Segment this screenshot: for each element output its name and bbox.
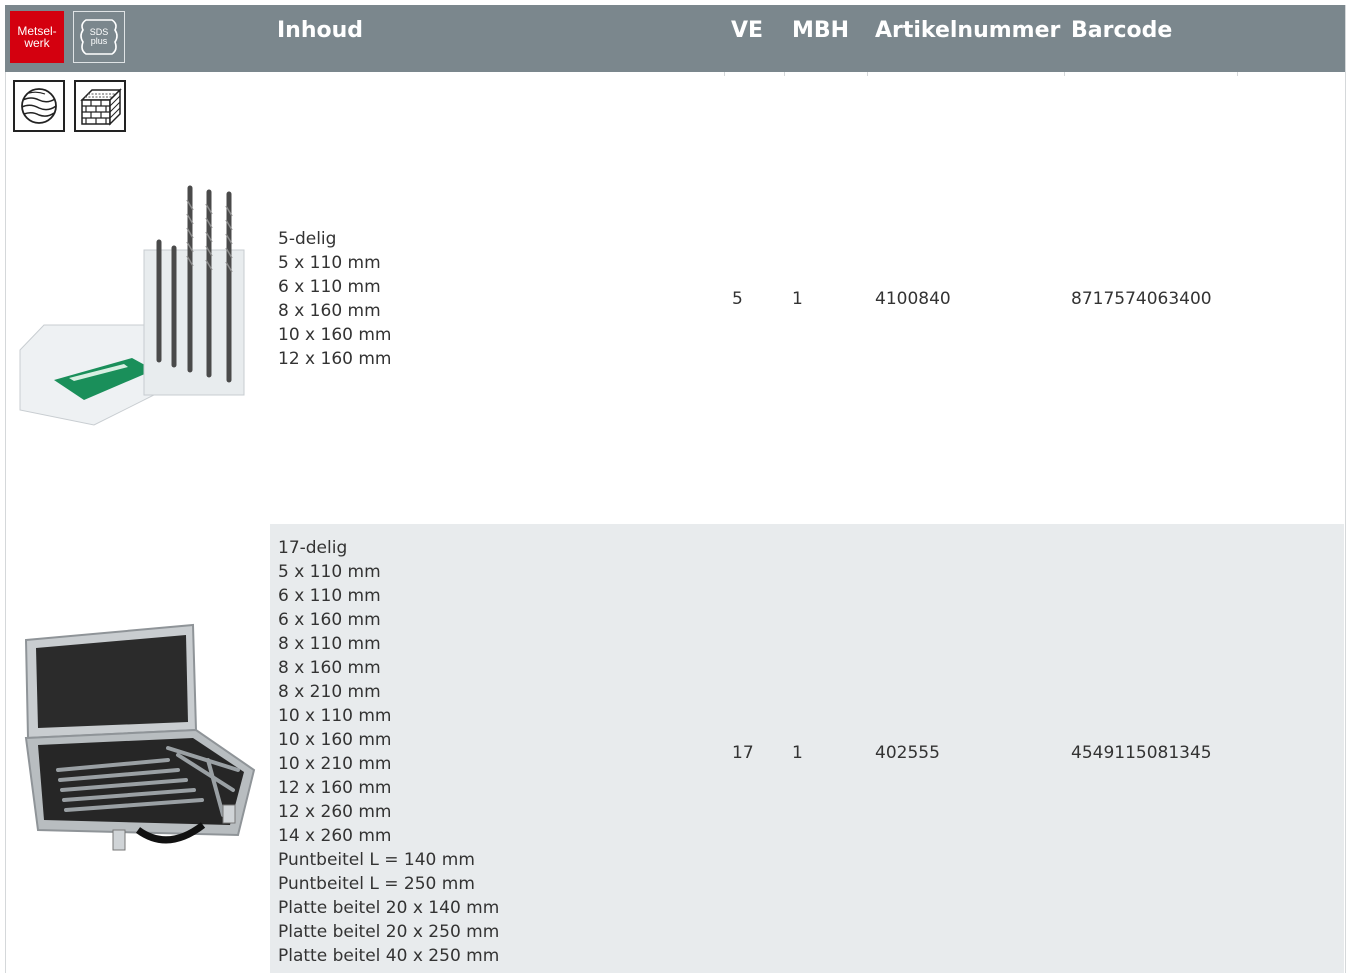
header-mbh: MBH xyxy=(792,18,850,43)
content-line: Platte beitel 20 x 250 mm xyxy=(278,922,500,942)
content-line: Puntbeitel L = 140 mm xyxy=(278,850,475,870)
content-line: Platte beitel 40 x 250 mm xyxy=(278,946,500,966)
stone-icon xyxy=(21,88,57,124)
row-2-ve: 17 xyxy=(732,743,754,763)
content-line: 12 x 260 mm xyxy=(278,802,392,822)
column-tick xyxy=(784,72,785,76)
content-line: 8 x 210 mm xyxy=(278,682,381,702)
drill-set-5pc-image xyxy=(19,185,245,426)
content-line: 8 x 160 mm xyxy=(278,301,381,321)
content-line: 8 x 110 mm xyxy=(278,634,381,654)
row-1-article-number: 4100840 xyxy=(875,289,951,309)
drill-set-17pc-case-image xyxy=(24,623,256,851)
content-line: 6 x 160 mm xyxy=(278,610,381,630)
header-article: Artikelnummer xyxy=(875,18,1061,43)
content-line: 6 x 110 mm xyxy=(278,586,381,606)
row-2-mbh: 1 xyxy=(792,743,803,763)
content-line: Platte beitel 20 x 140 mm xyxy=(278,898,500,918)
header-ve: VE xyxy=(731,18,764,43)
content-line: 5-delig xyxy=(278,229,337,249)
row-2-barcode: 4549115081345 xyxy=(1071,743,1212,763)
content-line: 12 x 160 mm xyxy=(278,349,392,369)
table-header: Inhoud VE MBH Artikelnummer Barcode xyxy=(5,5,1345,72)
row-1-ve: 5 xyxy=(732,289,743,309)
content-line: 5 x 110 mm xyxy=(278,562,381,582)
header-barcode: Barcode xyxy=(1071,18,1173,43)
content-line: 10 x 210 mm xyxy=(278,754,392,774)
content-line: 17-delig xyxy=(278,538,348,558)
sds-plus-badge: SDS plus xyxy=(73,11,125,63)
brick-material-icon xyxy=(74,80,126,132)
column-tick xyxy=(1237,72,1238,76)
row-2-contents: 17-delig 5 x 110 mm 6 x 110 mm 6 x 160 mm 8 … xyxy=(278,536,499,968)
content-line: 10 x 110 mm xyxy=(278,706,392,726)
content-line: 14 x 260 mm xyxy=(278,826,392,846)
content-line: 10 x 160 mm xyxy=(278,325,392,345)
brick-wall-icon xyxy=(80,88,122,126)
header-content: Inhoud xyxy=(277,18,364,43)
column-tick xyxy=(1064,72,1065,76)
column-tick xyxy=(724,72,725,76)
row-1-barcode: 8717574063400 xyxy=(1071,289,1212,309)
content-line: Puntbeitel L = 250 mm xyxy=(278,874,475,894)
sds-plus-icon: SDS plus xyxy=(80,19,118,55)
content-line: 12 x 160 mm xyxy=(278,778,392,798)
row-2-article-number: 402555 xyxy=(875,743,940,763)
masonry-category-badge: Metsel- werk xyxy=(10,11,64,63)
row-1-mbh: 1 xyxy=(792,289,803,309)
stone-material-icon xyxy=(13,80,65,132)
badge-line-2: werk xyxy=(24,36,50,50)
column-tick xyxy=(867,72,868,76)
content-line: 8 x 160 mm xyxy=(278,658,381,678)
row-1-contents: 5-delig 5 x 110 mm 6 x 110 mm 8 x 160 mm 10 … xyxy=(278,227,391,371)
content-line: 10 x 160 mm xyxy=(278,730,392,750)
content-line: 6 x 110 mm xyxy=(278,277,381,297)
plus-text: plus xyxy=(91,36,108,46)
content-line: 5 x 110 mm xyxy=(278,253,381,273)
